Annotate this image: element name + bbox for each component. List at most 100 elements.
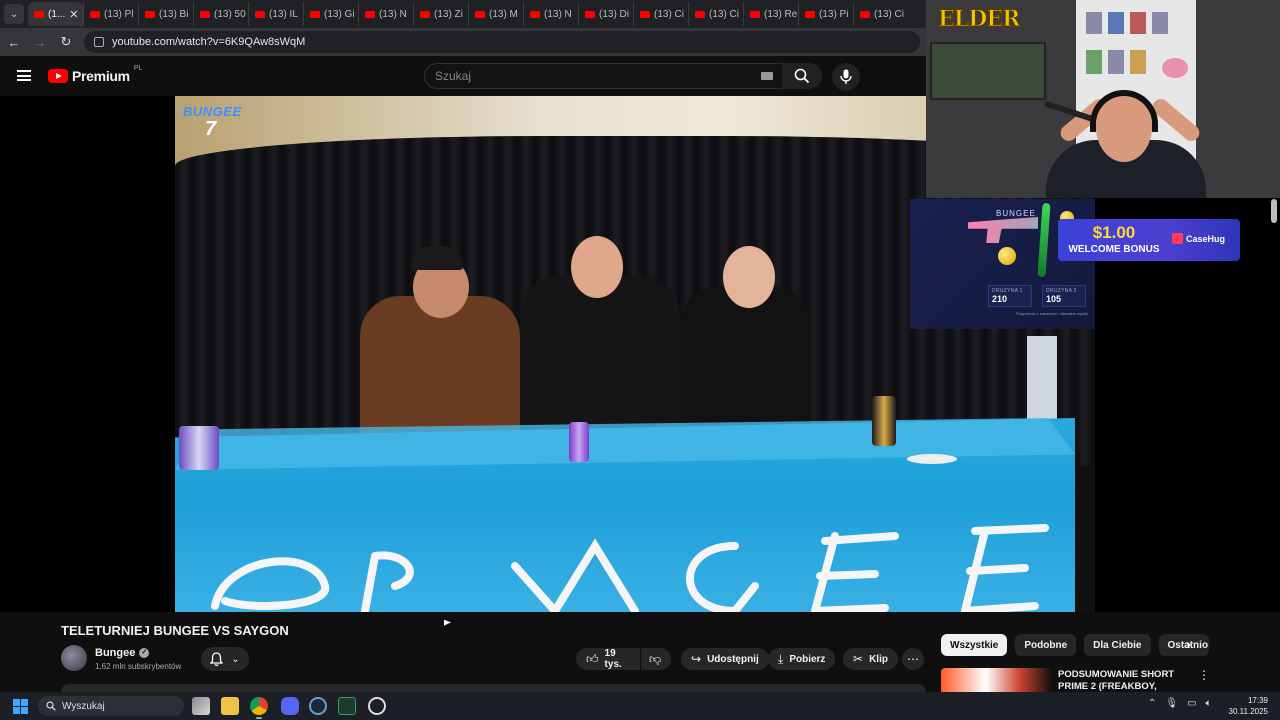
welcome-bonus-banner[interactable]: $1.00 WELCOME BONUS CaseHug	[1058, 219, 1240, 261]
coin-icon	[998, 247, 1016, 265]
active-app-indicator	[256, 717, 262, 719]
close-tab-icon[interactable]: ✕	[69, 8, 78, 21]
tab-label: (13) Di	[599, 8, 630, 20]
bonus-label: WELCOME BONUS	[1068, 244, 1160, 255]
browser-tab[interactable]: (13) Pl	[83, 2, 138, 26]
browser-tab[interactable]: (13) 50	[193, 2, 248, 26]
steam-icon[interactable]	[309, 697, 327, 715]
browser-tab[interactable]: (13) Ci	[688, 2, 743, 26]
browser-tab[interactable]: (13) IL	[248, 2, 303, 26]
clock-date: 30.11.2025	[1228, 707, 1268, 716]
dislike-button[interactable]: 👎︎	[641, 648, 671, 670]
browser-tab[interactable]: (13) Ci	[633, 2, 688, 26]
chip-all[interactable]: Wszystkie	[941, 634, 1008, 656]
youtube-favicon-icon	[475, 10, 485, 18]
browser-tab[interactable]: (13) Pi	[798, 2, 853, 26]
youtube-play-icon	[48, 69, 68, 83]
youtube-header: Premium PL Szukaj	[0, 56, 926, 96]
clip-button[interactable]: ✂ Klip	[843, 648, 898, 670]
browser-tab[interactable]: (13) Re	[743, 2, 798, 26]
bonus-amount: $1.00	[1092, 223, 1136, 242]
team-2-score: DRUŻYNA 2 105	[1042, 285, 1086, 307]
monitor-icon[interactable]: ▭	[1187, 698, 1196, 709]
person-middle-head	[571, 236, 623, 298]
url-text: youtube.com/watch?v=6K9QAw8sWqM	[112, 36, 306, 48]
ad-brand: BUNGEE	[996, 209, 1036, 218]
notifications-button[interactable]: ⌄	[201, 647, 249, 671]
discord-icon[interactable]	[281, 697, 299, 715]
speaker-icon[interactable]: 🔈︎	[1206, 698, 1212, 709]
tab-search-button[interactable]: ⌄	[4, 4, 24, 24]
search-input[interactable]: Szukaj	[424, 63, 786, 89]
youtube-favicon-icon	[145, 10, 155, 18]
page-scrollbar[interactable]	[1271, 199, 1277, 223]
tab-label: (13) Ci	[874, 8, 905, 20]
channel-name-link[interactable]: Bungee ✓	[95, 647, 150, 659]
microphone-icon	[840, 69, 852, 84]
address-bar[interactable]: youtube.com/watch?v=6K9QAw8sWqM	[84, 31, 920, 53]
reload-icon[interactable]: ↻	[58, 34, 74, 50]
taskbar-clock[interactable]: 17:39 30.11.2025	[1222, 695, 1268, 717]
tab-label: (13) Re	[764, 8, 798, 20]
site-info-icon[interactable]	[94, 37, 104, 47]
channel-avatar[interactable]	[61, 645, 87, 671]
task-view-icon[interactable]	[192, 697, 210, 715]
back-arrow-icon[interactable]: ←	[6, 35, 22, 50]
system-tray: ⌃ 🎙︎ ▭ 🔈︎	[1148, 698, 1212, 709]
clock-time: 17:39	[1247, 696, 1268, 705]
knife-graphic	[1037, 202, 1051, 278]
browser-tab[interactable]: (13) Bi	[138, 2, 193, 26]
streamer-webcam: ELDER	[926, 0, 1280, 198]
chip-for-you[interactable]: Dla Ciebie	[1084, 634, 1151, 656]
bungee-overlay-logo: BUNGEE 7	[183, 104, 242, 139]
browser-tab[interactable]: (13) Ci	[853, 2, 908, 26]
download-label: Pobierz	[789, 653, 826, 665]
browser-tab[interactable]: (13) Gi	[303, 2, 358, 26]
app-icon[interactable]	[338, 697, 356, 715]
plate	[907, 454, 957, 464]
youtube-favicon-icon	[860, 10, 870, 18]
cap	[411, 246, 463, 270]
share-button[interactable]: ↪ Udostępnij	[681, 648, 769, 670]
chip-recent[interactable]: Ostatnio	[1158, 634, 1209, 656]
voice-search-button[interactable]	[832, 63, 860, 91]
recommended-video-thumbnail[interactable]	[941, 668, 1053, 692]
description-box[interactable]	[61, 684, 926, 692]
team-1-score: DRUŻYNA 1 210	[988, 285, 1032, 307]
tab-label: (13) N	[544, 8, 572, 20]
browser-tab-strip: ⌄ (1... ✕ (13) Pl (13) Bi (13) 50 (13) IL (13)…	[0, 0, 926, 28]
menu-icon[interactable]	[17, 70, 31, 81]
keyboard-icon[interactable]	[761, 72, 773, 80]
forward-arrow-icon[interactable]: →	[32, 35, 48, 50]
download-button[interactable]: ⤓ Pobierz	[768, 648, 836, 670]
channel-name: Bungee	[95, 647, 136, 659]
search-button[interactable]	[782, 63, 822, 89]
verified-check-icon: ✓	[139, 648, 150, 658]
youtube-favicon-icon	[695, 10, 705, 18]
bell-icon	[210, 652, 224, 666]
chip-related[interactable]: Podobne	[1015, 634, 1077, 656]
file-explorer-icon[interactable]	[221, 697, 239, 715]
tab-label: (13) Pl	[104, 8, 134, 20]
more-actions-button[interactable]: ⋯	[902, 648, 924, 670]
like-button[interactable]: 👍︎ 19 tys.	[576, 648, 640, 670]
windows-start-icon[interactable]	[13, 699, 28, 714]
tab-label: (13) Ci	[654, 8, 685, 20]
download-icon: ⤓	[778, 651, 784, 666]
browser-tab[interactable]: (13) N	[523, 2, 578, 26]
aquarium	[930, 42, 1046, 100]
browser-tab[interactable]: (13) N	[358, 2, 413, 26]
browser-tab[interactable]: (13) Di	[578, 2, 633, 26]
youtube-logo[interactable]: Premium PL	[48, 65, 142, 84]
ad-footer: Połączenie z zasadami • Aktualne wyniki	[1016, 311, 1088, 316]
browser-tab[interactable]: (13) M	[468, 2, 523, 26]
obs-icon[interactable]	[368, 697, 386, 715]
kebab-menu-icon[interactable]: ⋮	[1198, 668, 1210, 682]
taskbar-search[interactable]: Wyszukaj	[38, 696, 184, 716]
chrome-icon[interactable]	[250, 697, 268, 715]
chevron-right-icon[interactable]: ›	[1186, 636, 1191, 653]
browser-tab[interactable]: (1... ✕	[28, 2, 83, 26]
microphone-icon[interactable]: 🎙︎	[1165, 698, 1178, 709]
chevron-up-icon[interactable]: ⌃	[1148, 698, 1156, 709]
browser-tab[interactable]: (13) Zi	[413, 2, 468, 26]
